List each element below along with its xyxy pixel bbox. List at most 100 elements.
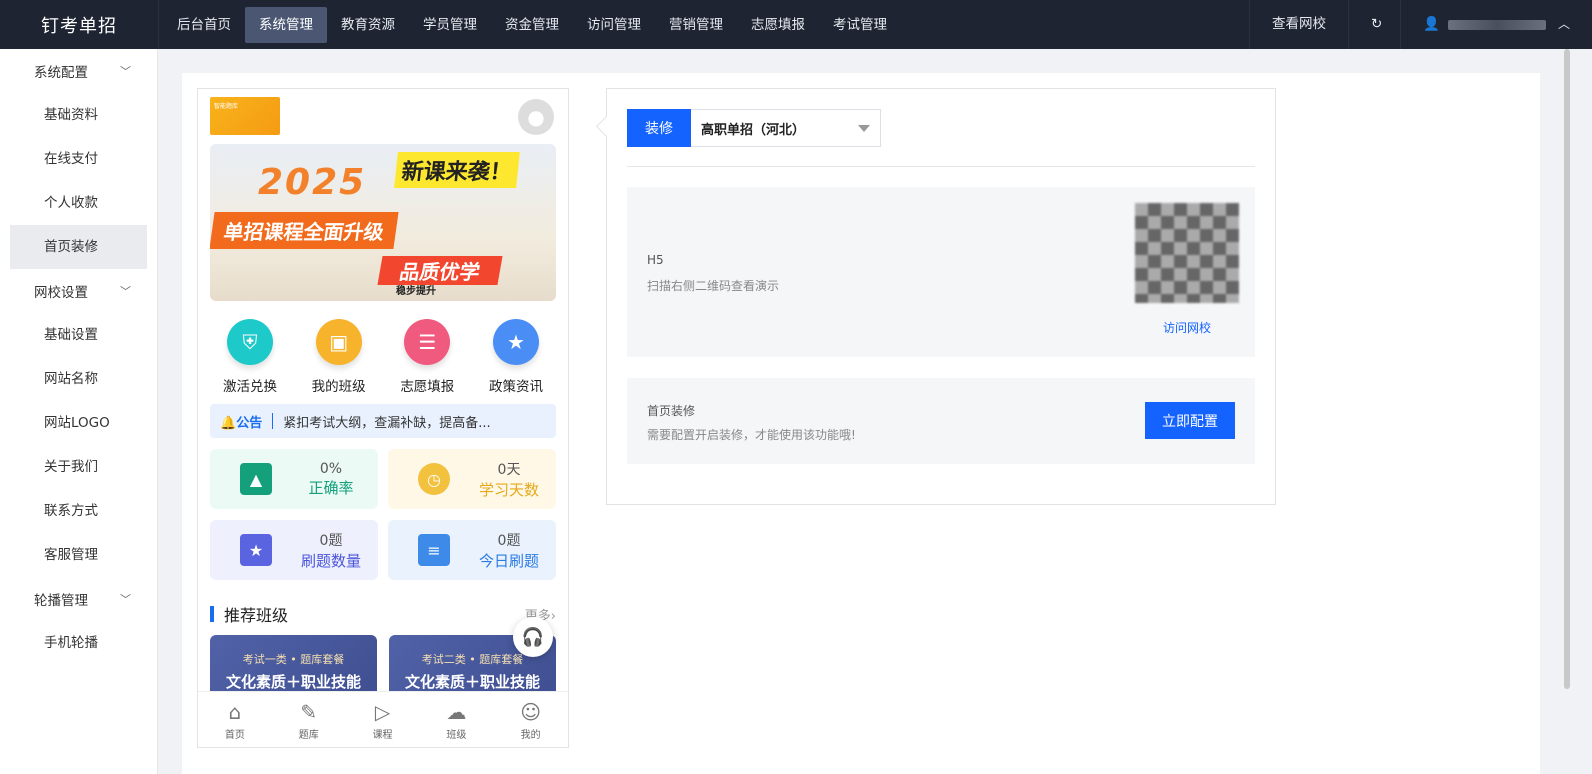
banner-slogan: 品质优学 <box>377 256 503 285</box>
stat-label: 刷题数量 <box>300 551 361 570</box>
notice-tag-label: 公告 <box>236 415 263 431</box>
notice-divider <box>272 413 274 429</box>
shield-key-icon: ⛨ <box>227 319 273 365</box>
headset-icon[interactable]: 🎧 <box>513 617 553 657</box>
sidebar-group-system-config[interactable]: 系统配置 ﹀ <box>0 49 157 93</box>
home-icon: ⌂ <box>228 700 242 724</box>
nav-access[interactable]: 访问管理 <box>573 7 655 43</box>
stat-value: 0题 <box>497 532 521 549</box>
quick-entry-grid: ⛨ 激活兑换 ▣ 我的班级 ☰ 志愿填报 ★ 政策资讯 <box>210 319 556 395</box>
home-deco-desc: 需要配置开启装修，才能使用该功能哦! <box>647 428 856 442</box>
stat-study-days[interactable]: ◷ 0天 学习天数 <box>388 449 556 509</box>
entry-label: 我的班级 <box>311 379 366 395</box>
recommend-title: 推荐班级 <box>224 606 289 625</box>
nav-education[interactable]: 教育资源 <box>327 7 409 43</box>
bell-icon: 🔔 <box>220 415 237 431</box>
profile-icon: ☺ <box>520 700 542 724</box>
sidebar-item-about-us[interactable]: 关于我们 <box>10 445 147 489</box>
entry-volunteer[interactable]: ☰ 志愿填报 <box>387 319 467 395</box>
sidebar-group-school-settings[interactable]: 网校设置 ﹀ <box>0 269 157 313</box>
class-badge-icon: ▣ <box>315 319 362 365</box>
sidebar-item-site-logo[interactable]: 网站LOGO <box>10 401 147 445</box>
entry-label: 政策资讯 <box>488 379 543 395</box>
stat-today-count[interactable]: ≡ 0题今日刷题 <box>388 520 556 580</box>
sidebar-item-site-name[interactable]: 网站名称 <box>10 357 147 401</box>
nav-exam[interactable]: 考试管理 <box>819 7 901 43</box>
video-icon: ▷ <box>374 700 391 724</box>
user-icon: 👤 <box>1423 16 1440 32</box>
page-scrollbar[interactable] <box>1564 49 1570 689</box>
chevron-down-icon: ﹀ <box>120 65 131 78</box>
stat-label: 正确率 <box>308 478 354 497</box>
stat-label: 今日刷题 <box>478 551 539 570</box>
stat-accuracy[interactable]: ▲ 0% 正确率 <box>210 449 378 509</box>
nav-dashboard[interactable]: 后台首页 <box>163 7 245 43</box>
list-icon: ≡ <box>418 534 450 566</box>
exam-type-select[interactable]: 高职单招（河北） <box>691 109 881 147</box>
notice-bar[interactable]: 🔔公告 紧扣考试大纲，查漏补缺，提高备... <box>210 404 556 438</box>
nav-system[interactable]: 系统管理 <box>245 6 327 43</box>
tab-courses[interactable]: ▷ 课程 <box>373 700 393 741</box>
class-card-tag: 考试一类 • 题库套餐 <box>242 653 345 666</box>
stat-value: 0% <box>319 460 343 477</box>
user-menu[interactable]: 👤 ︿ <box>1400 0 1592 49</box>
entry-label: 志愿填报 <box>400 379 455 395</box>
sidebar-group-label: 网校设置 <box>34 285 88 301</box>
refresh-icon[interactable]: ↻ <box>1348 0 1400 49</box>
sidebar-item-customer-service[interactable]: 客服管理 <box>10 533 147 577</box>
qr-code <box>1135 203 1239 303</box>
sidebar: 系统配置 ﹀ 基础资料 在线支付 个人收款 首页装修 网校设置 ﹀ 基础设置 网… <box>0 49 158 774</box>
class-card[interactable]: 考试一类 • 题库套餐 文化素质＋职业技能 <box>210 635 377 695</box>
chevron-down-icon: ﹀ <box>120 593 131 606</box>
tab-home[interactable]: ⌂ 首页 <box>225 700 245 741</box>
nav-students[interactable]: 学员管理 <box>409 7 491 43</box>
chart-up-icon: ▲ <box>240 463 272 495</box>
sidebar-item-basic-info[interactable]: 基础资料 <box>10 93 147 137</box>
nav-volunteer[interactable]: 志愿填报 <box>737 7 819 43</box>
select-value: 高职单招（河北） <box>701 122 806 138</box>
avatar[interactable]: ● <box>518 99 554 135</box>
entry-policy[interactable]: ★ 政策资讯 <box>476 319 556 395</box>
sidebar-item-personal-receipt[interactable]: 个人收款 <box>10 181 147 225</box>
sidebar-item-contact[interactable]: 联系方式 <box>10 489 147 533</box>
sidebar-item-online-pay[interactable]: 在线支付 <box>10 137 147 181</box>
chevron-down-icon: ﹀ <box>120 285 131 298</box>
sidebar-group-label: 系统配置 <box>34 65 88 81</box>
home-deco-title: 首页装修 <box>647 404 696 418</box>
star-icon: ★ <box>240 534 272 566</box>
sidebar-item-basic-settings[interactable]: 基础设置 <box>10 313 147 357</box>
entry-activate[interactable]: ⛨ 激活兑换 <box>210 319 290 395</box>
caret-down-icon <box>858 125 870 132</box>
notice-text: 紧扣考试大纲，查漏补缺，提高备... <box>283 415 491 431</box>
sidebar-group-label: 轮播管理 <box>34 593 88 609</box>
section-accent <box>210 606 214 622</box>
chevron-up-icon: ︿ <box>1557 17 1570 31</box>
edit-icon: ✎ <box>300 700 318 724</box>
sidebar-item-home-deco[interactable]: 首页装修 <box>10 225 147 269</box>
sidebar-group-carousel[interactable]: 轮播管理 ﹀ <box>0 577 157 621</box>
top-navbar: 钉考单招 后台首页 系统管理 教育资源 学员管理 资金管理 访问管理 营销管理 … <box>0 0 1592 49</box>
notice-tag: 🔔公告 <box>220 412 262 431</box>
nav-marketing[interactable]: 营销管理 <box>655 7 737 43</box>
sidebar-item-mobile-carousel[interactable]: 手机轮播 <box>10 621 147 665</box>
main-content: 智能题库 ● 2025 新课来袭！ 单招课程全面升级 品质优学 稳步提升 ⛨ 激… <box>182 73 1540 774</box>
view-site-link[interactable]: 查看网校 <box>1249 0 1348 49</box>
tab-classes[interactable]: ☁ 班级 <box>446 700 466 741</box>
decorate-button[interactable]: 装修 <box>627 109 691 147</box>
nav-finance[interactable]: 资金管理 <box>491 7 573 43</box>
tab-questions[interactable]: ✎ 题库 <box>299 700 319 741</box>
banner-year: 2025 <box>258 162 367 203</box>
configure-now-button[interactable]: 立即配置 <box>1145 402 1235 439</box>
stat-question-count[interactable]: ★ 0题 刷题数量 <box>210 520 378 580</box>
form-icon: ☰ <box>404 319 451 365</box>
promo-banner[interactable]: 2025 新课来袭！ 单招课程全面升级 品质优学 稳步提升 <box>210 144 556 301</box>
recommend-header: 推荐班级 更多› <box>210 602 556 626</box>
tab-mine[interactable]: ☺ 我的 <box>520 700 541 741</box>
entry-my-class[interactable]: ▣ 我的班级 <box>299 319 379 395</box>
news-icon: ★ <box>492 319 539 365</box>
visit-school-link[interactable]: 访问网校 <box>1163 319 1211 336</box>
chevron-right-icon: › <box>550 608 556 624</box>
h5-desc: 扫描右侧二维码查看演示 <box>647 279 780 293</box>
stat-label: 学习天数 <box>478 480 539 499</box>
class-card-title: 文化素质＋职业技能 <box>225 673 361 691</box>
